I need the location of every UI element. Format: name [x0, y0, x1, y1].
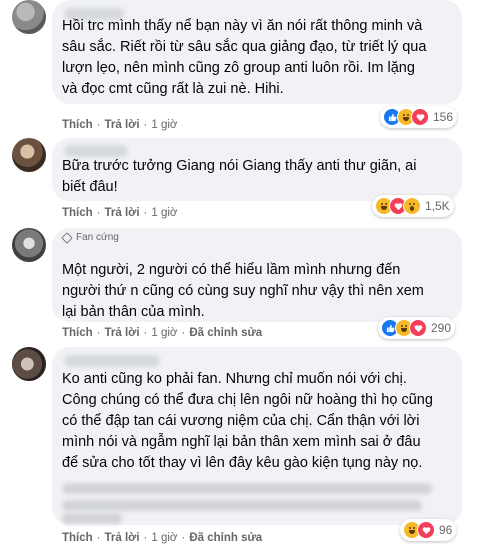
comment-text: Ko anti cũng ko phải fan. Nhưng chỉ muốn… [62, 371, 433, 471]
like-button[interactable]: Thích [62, 532, 93, 544]
diamond-icon [61, 231, 73, 244]
love-icon [411, 108, 429, 126]
comment-bubble: Hồi trc mình thấy nể bạn này vì ăn nói r… [52, 0, 462, 104]
comment-time[interactable]: 1 giờ [151, 532, 177, 544]
reaction-summary[interactable]: 156 [380, 106, 458, 128]
reply-button[interactable]: Trả lời [105, 327, 140, 339]
author-name[interactable] [64, 355, 160, 367]
comment-time[interactable]: 1 giờ [151, 207, 177, 219]
hidden-text [62, 483, 432, 494]
badge-label: Fan cứng [76, 232, 119, 243]
avatar[interactable] [12, 347, 46, 381]
comment-text: Hồi trc mình thấy nể bạn này vì ăn nói r… [62, 18, 427, 97]
avatar[interactable] [12, 228, 46, 262]
comment-time[interactable]: 1 giờ [151, 327, 177, 339]
like-button[interactable]: Thích [62, 327, 93, 339]
wow-icon [403, 197, 421, 215]
edited-label: Đã chỉnh sửa [189, 532, 263, 544]
reaction-count: 1,5K [425, 199, 450, 213]
reaction-summary[interactable]: 290 [378, 317, 456, 339]
avatar[interactable] [12, 138, 46, 172]
hidden-text [62, 500, 422, 511]
comment: Fan cứng Một người, 2 người có thể hiểu … [0, 226, 493, 344]
comment-text: Một người, 2 người có thể hiểu lầm mình … [62, 262, 424, 320]
comment-actions: Thích · Trả lời · 1 giờ [62, 207, 178, 219]
like-button[interactable]: Thích [62, 207, 93, 219]
reaction-summary[interactable]: 96 [400, 519, 457, 541]
reaction-count: 290 [431, 321, 452, 335]
comment-bubble: Fan cứng Một người, 2 người có thể hiểu … [52, 228, 462, 322]
comment: Hồi trc mình thấy nể bạn này vì ăn nói r… [0, 0, 493, 132]
reaction-count: 156 [433, 110, 454, 124]
comment-text: Bữa trước tưởng Giang nói Giang thấy ant… [62, 158, 417, 195]
comment: Bữa trước tưởng Giang nói Giang thấy ant… [0, 135, 493, 225]
reply-button[interactable]: Trả lời [105, 207, 140, 219]
like-button[interactable]: Thích [62, 119, 93, 131]
edited-label: Đã chỉnh sửa [189, 327, 263, 339]
avatar[interactable] [12, 0, 46, 34]
love-icon [409, 319, 427, 337]
love-icon [417, 521, 435, 539]
reaction-count: 96 [439, 523, 453, 537]
comment-time[interactable]: 1 giờ [151, 119, 177, 131]
comment-bubble: Bữa trước tưởng Giang nói Giang thấy ant… [52, 138, 462, 201]
top-fan-badge: Fan cứng [61, 231, 119, 244]
comment-actions: Thích · Trả lời · 1 giờ [62, 119, 178, 131]
comment-actions: Thích · Trả lời · 1 giờ · Đã chỉnh sửa [62, 327, 263, 339]
comment-actions: Thích · Trả lời · 1 giờ · Đã chỉnh sửa [62, 532, 263, 544]
reaction-summary[interactable]: 1,5K [372, 195, 454, 217]
reply-button[interactable]: Trả lời [105, 119, 140, 131]
comment-bubble: Ko anti cũng ko phải fan. Nhưng chỉ muốn… [52, 347, 462, 525]
reply-button[interactable]: Trả lời [105, 532, 140, 544]
comment: Ko anti cũng ko phải fan. Nhưng chỉ muốn… [0, 345, 493, 550]
hidden-text [62, 513, 122, 524]
